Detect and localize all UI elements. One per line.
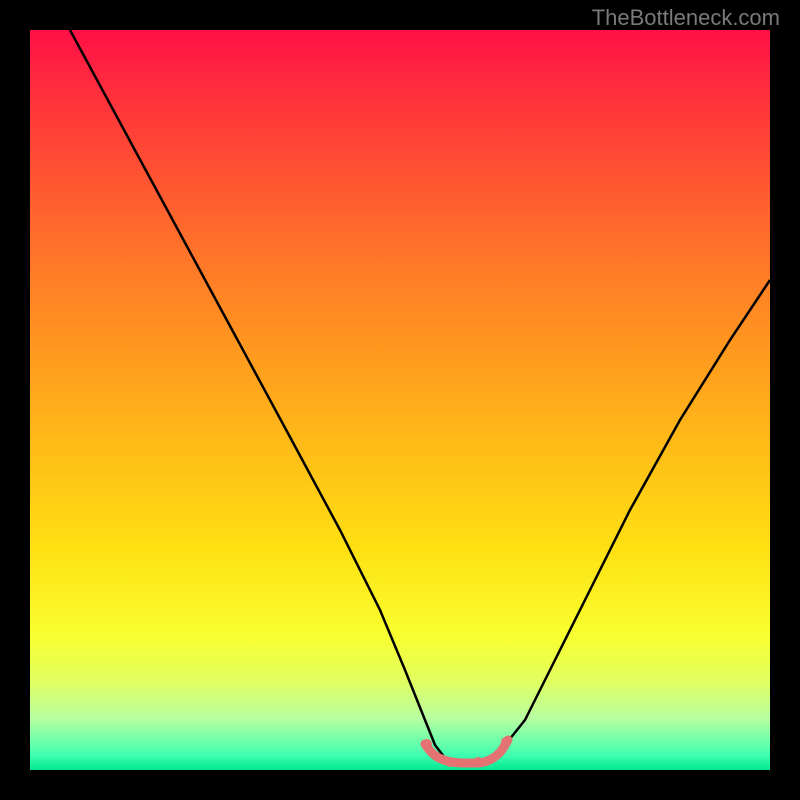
- highlight-dot-right: [501, 737, 511, 747]
- chart-frame: TheBottleneck.com: [0, 0, 800, 800]
- highlight-dot-left: [422, 739, 432, 749]
- curve-line: [70, 30, 770, 762]
- highlight-dot-mid2: [473, 757, 483, 767]
- watermark-text: TheBottleneck.com: [592, 5, 780, 31]
- bottleneck-curve: [30, 30, 770, 770]
- highlight-segment: [425, 740, 508, 763]
- plot-area: [30, 30, 770, 770]
- highlight-dot-mid1: [445, 757, 455, 767]
